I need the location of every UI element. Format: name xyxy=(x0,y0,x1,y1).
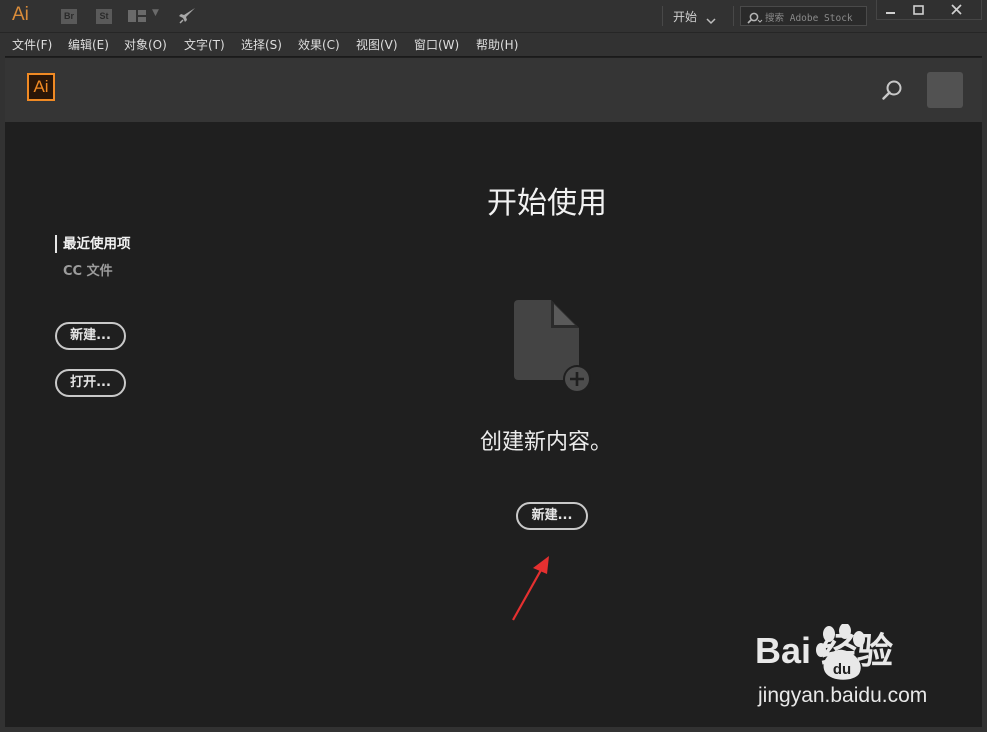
close-button[interactable] xyxy=(932,0,982,20)
search-icon[interactable] xyxy=(881,79,903,105)
arrange-documents-icon[interactable] xyxy=(128,10,146,22)
watermark-du: du xyxy=(833,661,851,678)
separator xyxy=(733,6,734,26)
search-icon xyxy=(745,10,763,29)
paw-logo-icon: du xyxy=(815,623,871,686)
window-border xyxy=(982,56,987,727)
start-header: Ai xyxy=(5,58,982,122)
annotation-arrow xyxy=(505,552,565,626)
page-title: 开始使用 xyxy=(487,186,607,221)
new-document-button[interactable]: 新建... xyxy=(516,502,588,530)
sidebar-open-button[interactable]: 打开... xyxy=(55,369,126,397)
search-placeholder: 搜索 Adobe Stock xyxy=(765,13,853,24)
create-new-content-text: 创建新内容。 xyxy=(480,430,613,455)
menu-window[interactable]: 窗口(W) xyxy=(414,36,459,53)
menu-bar: 文件(F) 编辑(E) 对象(O) 文字(T) 选择(S) 效果(C) 视图(V… xyxy=(0,33,987,57)
maximize-button[interactable] xyxy=(904,0,932,20)
minimize-button[interactable] xyxy=(876,0,904,20)
app-logo: Ai xyxy=(12,4,29,25)
menu-select[interactable]: 选择(S) xyxy=(241,36,282,53)
separator xyxy=(662,6,663,26)
menu-view[interactable]: 视图(V) xyxy=(356,36,398,53)
sidebar-new-button[interactable]: 新建... xyxy=(55,322,126,350)
stock-icon[interactable]: St xyxy=(96,9,112,24)
sidebar-item-recent[interactable]: 最近使用项 xyxy=(55,235,131,253)
menu-type[interactable]: 文字(T) xyxy=(184,36,225,53)
menu-help[interactable]: 帮助(H) xyxy=(476,36,518,53)
title-bar: Ai Br St ▼ 开始 搜索 Adobe Stock xyxy=(0,0,987,33)
menu-edit[interactable]: 编辑(E) xyxy=(68,36,109,53)
avatar[interactable] xyxy=(927,72,963,108)
illustrator-logo: Ai xyxy=(27,73,55,101)
chevron-down-icon[interactable] xyxy=(706,10,716,29)
rocket-icon[interactable] xyxy=(178,7,196,29)
watermark-url: jingyan.baidu.com xyxy=(758,684,928,707)
status-bar xyxy=(0,727,987,732)
chevron-down-icon[interactable]: ▼ xyxy=(152,8,159,18)
workspace-switcher[interactable]: 开始 xyxy=(673,8,697,25)
menu-effect[interactable]: 效果(C) xyxy=(298,36,340,53)
bridge-icon[interactable]: Br xyxy=(61,9,77,24)
menu-object[interactable]: 对象(O) xyxy=(124,36,167,53)
adobe-stock-search[interactable]: 搜索 Adobe Stock xyxy=(740,6,867,26)
menu-file[interactable]: 文件(F) xyxy=(12,36,52,53)
sidebar-item-cc-files[interactable]: CC 文件 xyxy=(63,260,113,279)
new-document-icon xyxy=(513,300,593,398)
